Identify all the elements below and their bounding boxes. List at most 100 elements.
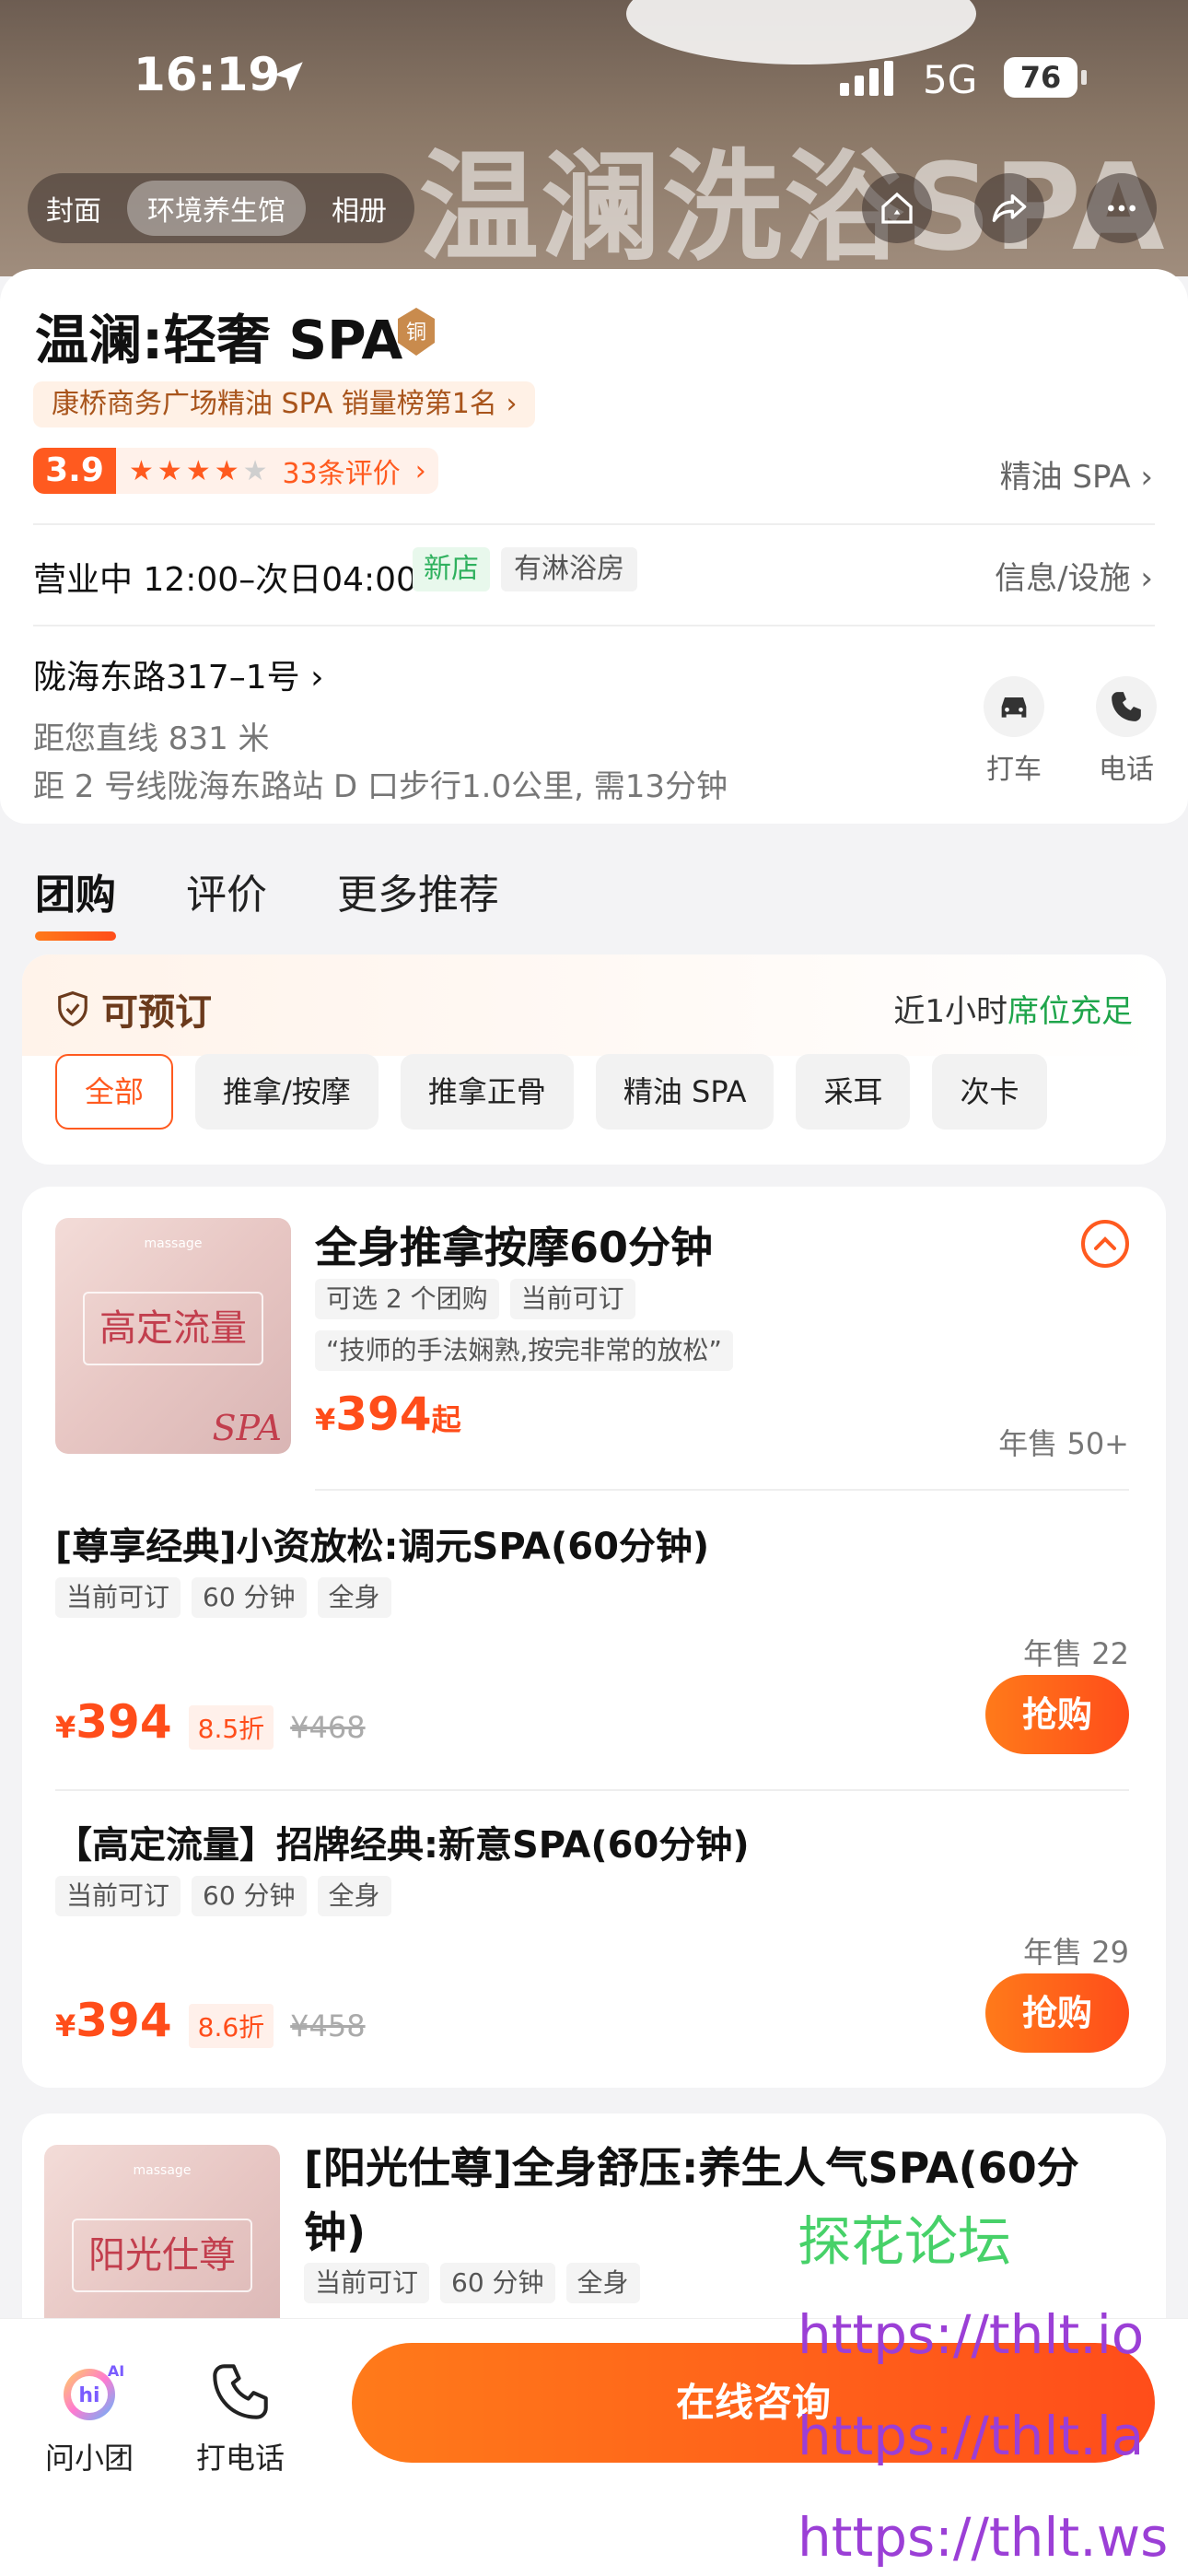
discount-badge: 8.5折 — [188, 1705, 274, 1750]
deal-card: massage 高定流量 SPA 全身推拿按摩60分钟 可选 2 个团购 当前可… — [22, 1187, 1166, 2088]
watermark-name: 探花论坛 — [798, 2210, 1012, 2273]
chip-all[interactable]: 全部 — [55, 1054, 174, 1130]
battery-level: 76 — [1004, 57, 1077, 98]
package-sold: 年售 22 — [1023, 1636, 1129, 1671]
booking-filter-card: 可预订 近1小时席位充足 全部 推拿/按摩 推拿正骨 精油 SPA 采耳 次卡 — [22, 954, 1166, 1165]
hero-tab-environment[interactable]: 环境养生馆 — [127, 181, 306, 236]
chip-massage[interactable]: 推拿/按摩 — [195, 1054, 379, 1130]
package-title[interactable]: [尊享经典]小资放松:调元SPA(60分钟) — [55, 1516, 709, 1570]
tag: 当前可订 — [304, 2263, 430, 2303]
call-button[interactable]: 打电话 — [181, 2359, 300, 2477]
tag: 60 分钟 — [192, 1577, 307, 1618]
svg-text:hi: hi — [78, 2384, 99, 2407]
deal-title[interactable]: 全身推拿按摩60分钟 — [315, 1214, 713, 1275]
divider — [33, 625, 1155, 626]
facility-tag: 有淋浴房 — [501, 547, 637, 591]
tab-recommendations[interactable]: 更多推荐 — [337, 861, 499, 920]
assistant-label: 问小团 — [44, 2441, 134, 2476]
deal-thumbnail[interactable]: massage 高定流量 SPA — [55, 1218, 291, 1454]
original-price: ¥468 — [290, 1710, 366, 1745]
thumb-small-text: massage — [133, 2163, 192, 2178]
divider — [315, 1489, 1129, 1491]
taxi-button[interactable]: 打车 — [973, 676, 1055, 787]
chip-bone-setting[interactable]: 推拿正骨 — [400, 1054, 574, 1130]
chevron-right-icon: › — [414, 454, 426, 487]
tag: 60 分钟 — [192, 1876, 307, 1916]
seat-status: 席位充足 — [1007, 993, 1133, 1030]
watermark-url: https://thlt.io — [798, 2303, 1145, 2366]
chip-oil-spa[interactable]: 精油 SPA — [595, 1054, 775, 1130]
address-link[interactable]: 陇海东路317–1号 › — [33, 650, 323, 698]
hero-banner: 温澜洗浴SPA 16:19 5G 76 封面 环境养生馆 相册 — [0, 0, 1188, 276]
deal-tags: 可选 2 个团购 当前可订 — [315, 1279, 635, 1319]
status-time: 16:19 — [134, 48, 281, 101]
rating-summary[interactable]: ★ ★ ★ ★ ★ 33条评价 › — [116, 448, 438, 494]
review-quote: “技师的手法娴熟,按完非常的放松” — [315, 1330, 733, 1371]
info-link-label: 信息/设施 — [995, 560, 1131, 597]
home-button[interactable] — [862, 173, 932, 243]
deal-tags: 当前可订 60 分钟 全身 — [304, 2263, 640, 2303]
thumb-title: 高定流量 — [83, 1292, 263, 1365]
share-icon — [992, 194, 1027, 222]
assistant-icon: hi AI — [64, 2362, 124, 2420]
star-empty-icon: ★ — [242, 454, 268, 487]
section-tabs: 团购 评价 更多推荐 — [35, 861, 499, 941]
phone-label: 电话 — [1099, 754, 1154, 786]
chip-ear-cleaning[interactable]: 采耳 — [796, 1054, 911, 1130]
price-value: 394 — [76, 1994, 172, 2047]
package-tags: 当前可订 60 分钟 全身 — [55, 1577, 391, 1618]
hero-tab-album[interactable]: 相册 — [332, 188, 387, 228]
assistant-button[interactable]: hi AI 问小团 — [29, 2359, 149, 2477]
more-button[interactable] — [1087, 173, 1157, 243]
taxi-icon — [1001, 697, 1027, 718]
tag: 当前可订 — [55, 1577, 181, 1618]
buy-button[interactable]: 抢购 — [985, 1675, 1129, 1754]
chip-pass-card[interactable]: 次卡 — [932, 1054, 1047, 1130]
network-type: 5G — [923, 57, 978, 102]
bronze-medal-icon: 铜 — [398, 308, 435, 356]
collapse-button[interactable] — [1081, 1220, 1129, 1268]
status-bar: 16:19 5G 76 — [0, 0, 1188, 157]
phone-icon — [1112, 692, 1141, 721]
taxi-label: 打车 — [986, 754, 1042, 786]
info-facilities-link[interactable]: 信息/设施 › — [995, 553, 1153, 598]
buy-button[interactable]: 抢购 — [985, 1973, 1129, 2053]
signal-icon — [840, 61, 893, 96]
thumb-spa-text: SPA — [212, 1408, 282, 1448]
location-arrow-icon — [274, 62, 303, 91]
tab-group-buy[interactable]: 团购 — [35, 861, 116, 941]
original-price: ¥458 — [290, 2008, 366, 2043]
divider — [33, 523, 1155, 525]
hero-tabs: 封面 环境养生馆 相册 — [28, 173, 414, 243]
tag: 全身 — [317, 1577, 391, 1618]
tag: 60 分钟 — [440, 2263, 555, 2303]
package-title[interactable]: 【高定流量】招牌经典:新意SPA(60分钟) — [55, 1815, 750, 1868]
deal-price: ¥394起 — [315, 1388, 461, 1441]
tag: 全身 — [317, 1876, 391, 1916]
tag: 当前可订 — [55, 1876, 181, 1916]
opening-hours: 营业中 12:00–次日04:00 — [33, 561, 417, 599]
thumb-title: 阳光仕尊 — [72, 2219, 252, 2292]
home-icon — [881, 192, 913, 224]
bookable-heading: 可预订 — [55, 982, 212, 1036]
phone-button[interactable]: 电话 — [1085, 676, 1168, 787]
distance-text: 距您直线 831 米 — [33, 720, 270, 757]
discount-badge: 8.6折 — [188, 2004, 274, 2048]
hero-tab-cover[interactable]: 封面 — [46, 188, 101, 228]
rating-score: 3.9 — [33, 448, 116, 494]
battery-tip — [1081, 70, 1087, 85]
more-icon — [1108, 205, 1136, 212]
share-button[interactable] — [974, 173, 1044, 243]
package-price-row: ¥394 8.6折 ¥458 — [55, 1994, 366, 2048]
category-link[interactable]: 精油 SPA › — [1000, 451, 1153, 497]
bookable-label: 可预订 — [101, 991, 212, 1034]
medal-label: 铜 — [406, 322, 426, 345]
seat-prefix: 近1小时 — [893, 993, 1007, 1030]
rank-badge[interactable]: 康桥商务广场精油 SPA 销量榜第1名 › — [33, 381, 536, 427]
star-icon: ★ — [185, 454, 211, 487]
tab-reviews[interactable]: 评价 — [186, 861, 267, 920]
currency-symbol: ¥ — [55, 1710, 76, 1745]
transit-text: 距 2 号线陇海东路站 D 口步行1.0公里, 需13分钟 — [33, 768, 728, 805]
price-value: 394 — [76, 1695, 172, 1749]
divider — [55, 1789, 1129, 1791]
